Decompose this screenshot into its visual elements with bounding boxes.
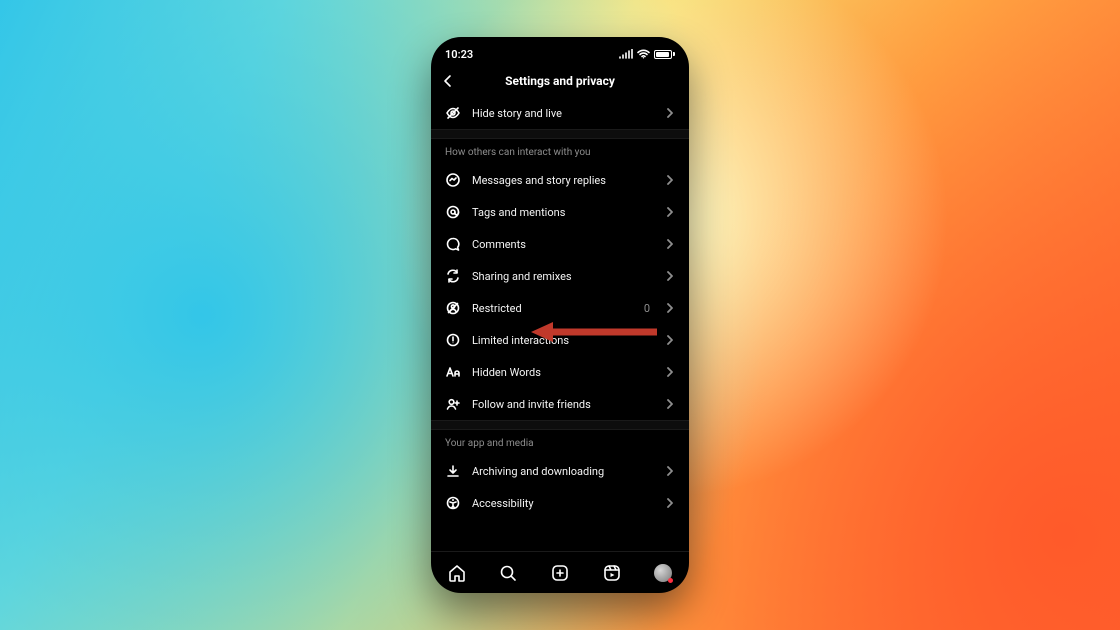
chevron-right-icon (665, 498, 675, 508)
bottom-tab-bar (431, 551, 689, 593)
row-limited[interactable]: Limited interactions (431, 324, 689, 356)
status-indicators: 77 (619, 49, 675, 59)
row-label: Hide story and live (472, 107, 654, 120)
avatar-icon (654, 564, 672, 582)
at-sign-icon (445, 204, 461, 220)
tab-create[interactable] (549, 562, 571, 584)
reels-icon (602, 563, 622, 583)
tab-reels[interactable] (601, 562, 623, 584)
chevron-right-icon (665, 239, 675, 249)
battery-icon: 77 (654, 50, 675, 59)
row-accessibility[interactable]: Accessibility (431, 487, 689, 519)
section-separator (431, 420, 689, 430)
chevron-right-icon (665, 175, 675, 185)
phone-frame: 10:23 77 Settings and privacy Hide story… (431, 37, 689, 593)
section-separator (431, 129, 689, 139)
chevron-right-icon (665, 303, 675, 313)
row-sharing[interactable]: Sharing and remixes (431, 260, 689, 292)
row-archiving[interactable]: Archiving and downloading (431, 455, 689, 487)
row-label: Restricted (472, 302, 633, 315)
download-icon (445, 463, 461, 479)
row-value: 0 (644, 302, 650, 315)
comment-icon (445, 236, 461, 252)
section-title-interact: How others can interact with you (431, 139, 689, 164)
text-aa-icon (445, 364, 461, 380)
header: Settings and privacy (431, 65, 689, 97)
eye-off-icon (445, 105, 461, 121)
row-hide-story[interactable]: Hide story and live (431, 97, 689, 129)
row-messages[interactable]: Messages and story replies (431, 164, 689, 196)
tab-search[interactable] (497, 562, 519, 584)
chevron-right-icon (665, 367, 675, 377)
settings-list[interactable]: Hide story and live How others can inter… (431, 97, 689, 551)
chevron-right-icon (665, 271, 675, 281)
status-time: 10:23 (445, 48, 473, 61)
row-follow-invite[interactable]: Follow and invite friends (431, 388, 689, 420)
row-label: Archiving and downloading (472, 465, 654, 478)
add-user-icon (445, 396, 461, 412)
chevron-right-icon (665, 335, 675, 345)
row-tags[interactable]: Tags and mentions (431, 196, 689, 228)
section-title-app: Your app and media (431, 430, 689, 455)
messenger-icon (445, 172, 461, 188)
chevron-left-icon (441, 74, 455, 88)
plus-square-icon (550, 563, 570, 583)
row-label: Tags and mentions (472, 206, 654, 219)
chevron-right-icon (665, 399, 675, 409)
back-button[interactable] (441, 74, 455, 88)
home-icon (447, 563, 467, 583)
wifi-icon (637, 49, 650, 59)
accessibility-icon (445, 495, 461, 511)
row-restricted[interactable]: Restricted 0 (431, 292, 689, 324)
row-label: Follow and invite friends (472, 398, 654, 411)
row-label: Limited interactions (472, 334, 654, 347)
restricted-icon (445, 300, 461, 316)
row-comments[interactable]: Comments (431, 228, 689, 260)
chevron-right-icon (665, 466, 675, 476)
row-label: Accessibility (472, 497, 654, 510)
row-label: Hidden Words (472, 366, 654, 379)
chevron-right-icon (665, 207, 675, 217)
row-label: Comments (472, 238, 654, 251)
header-title: Settings and privacy (505, 74, 615, 88)
chevron-right-icon (665, 108, 675, 118)
cellular-icon (619, 49, 633, 59)
row-label: Messages and story replies (472, 174, 654, 187)
search-icon (498, 563, 518, 583)
refresh-icon (445, 268, 461, 284)
row-label: Sharing and remixes (472, 270, 654, 283)
tab-home[interactable] (446, 562, 468, 584)
alert-icon (445, 332, 461, 348)
tab-profile[interactable] (652, 562, 674, 584)
status-bar: 10:23 77 (431, 37, 689, 65)
row-hidden-words[interactable]: Hidden Words (431, 356, 689, 388)
